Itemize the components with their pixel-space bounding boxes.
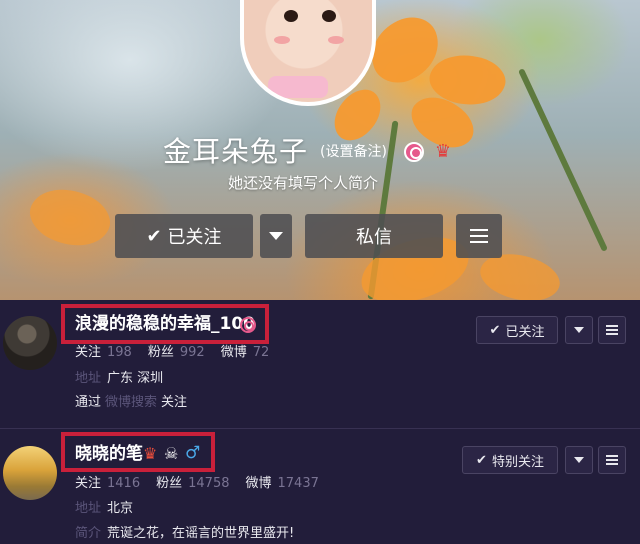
- follow-options-dropdown[interactable]: [565, 446, 593, 474]
- flower-stem: [518, 68, 608, 252]
- menu-icon: [606, 455, 618, 465]
- menu-icon: [470, 229, 488, 243]
- message-label: 私信: [356, 227, 392, 248]
- set-remark-link[interactable]: (设置备注): [320, 142, 387, 162]
- vip-icon[interactable]: [240, 317, 256, 333]
- stat-label: 粉丝: [147, 345, 174, 360]
- check-icon: ✔: [146, 225, 162, 247]
- row-divider: [0, 428, 640, 429]
- user-name[interactable]: 晓晓的笔: [75, 442, 143, 466]
- address-value: 广东 深圳: [107, 371, 164, 386]
- following-button[interactable]: ✔ 已关注: [476, 316, 558, 344]
- follow-source: 通过 微博搜索 关注: [75, 393, 187, 413]
- intro-key: 简介: [75, 526, 102, 541]
- user-avatar[interactable]: [3, 316, 57, 370]
- address-value: 北京: [107, 501, 134, 516]
- message-button[interactable]: 私信: [305, 214, 443, 258]
- stat-value: 198: [107, 345, 132, 360]
- check-icon: ✔: [476, 452, 487, 468]
- stat-label: 微博: [220, 345, 247, 360]
- menu-icon: [606, 325, 618, 335]
- user-stats: 关注 198 粉丝 992 微博 72: [75, 343, 285, 363]
- user-address: 地址 北京: [75, 499, 133, 519]
- male-icon: ♂: [185, 443, 201, 463]
- stat-value: 17437: [277, 476, 319, 491]
- stat-label: 关注: [75, 345, 102, 360]
- stat-value: 1416: [107, 476, 141, 491]
- via-prefix: 通过: [75, 395, 102, 410]
- chevron-down-icon: [269, 232, 283, 240]
- more-menu-button[interactable]: [598, 316, 626, 344]
- check-icon: ✔: [489, 322, 501, 338]
- more-menu-button[interactable]: [598, 446, 626, 474]
- follow-options-dropdown[interactable]: [260, 214, 292, 258]
- profile-bio: 她还没有填写个人简介: [228, 174, 379, 192]
- avatar-sticker: [268, 76, 328, 98]
- vip-icon[interactable]: [404, 142, 424, 162]
- via-suffix: 关注: [161, 395, 188, 410]
- stat-label: 微博: [245, 476, 272, 491]
- following-label: 已关注: [505, 324, 545, 340]
- user-name[interactable]: 浪漫的稳稳的幸福_100: [75, 312, 255, 336]
- address-key: 地址: [75, 501, 102, 516]
- skull-icon[interactable]: ☠: [164, 444, 178, 464]
- following-label: 已关注: [167, 227, 222, 248]
- profile-nickname: 金耳朵兔子: [163, 135, 309, 168]
- user-avatar[interactable]: [3, 446, 57, 500]
- follow-options-dropdown[interactable]: [565, 316, 593, 344]
- address-key: 地址: [75, 371, 102, 386]
- chevron-down-icon: [574, 327, 584, 333]
- special-follow-button[interactable]: ✔ 特别关注: [462, 446, 558, 474]
- user-address: 地址 广东 深圳: [75, 369, 163, 389]
- intro-value: 荒诞之花，在谣言的世界里盛开!: [107, 526, 295, 541]
- user-stats: 关注 1416 粉丝 14758 微博 17437: [75, 474, 335, 494]
- stat-value: 14758: [188, 476, 230, 491]
- avatar-blush: [328, 36, 344, 44]
- stat-value: 72: [252, 345, 270, 360]
- avatar-blush: [274, 36, 290, 44]
- avatar-eye: [322, 10, 336, 22]
- via-source-link[interactable]: 微博搜索: [105, 395, 157, 410]
- avatar-eye: [284, 10, 298, 22]
- special-follow-label: 特别关注: [491, 454, 544, 470]
- stat-label: 粉丝: [156, 476, 183, 491]
- following-button[interactable]: ✔ 已关注: [115, 214, 253, 258]
- stat-label: 关注: [75, 476, 102, 491]
- user-intro: 简介 荒诞之花，在谣言的世界里盛开!: [75, 524, 294, 544]
- flower-petal: [22, 175, 118, 260]
- stat-value: 992: [179, 345, 205, 360]
- crown-icon[interactable]: ♛: [143, 444, 157, 464]
- more-menu-button[interactable]: [456, 214, 502, 258]
- crown-icon[interactable]: ♛: [430, 141, 456, 163]
- chevron-down-icon: [574, 457, 584, 463]
